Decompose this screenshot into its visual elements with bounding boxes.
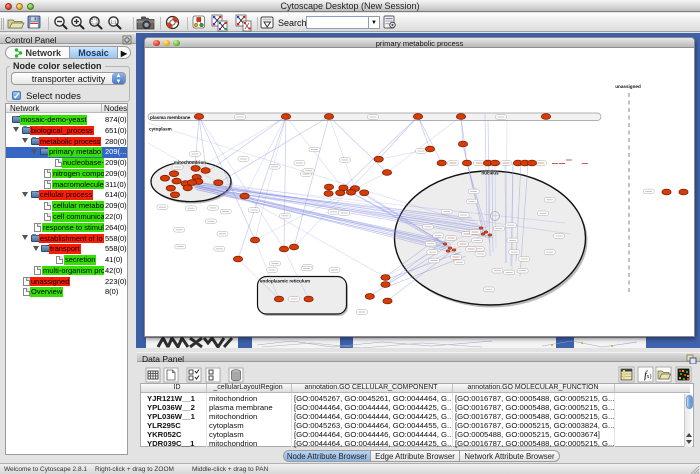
svg-text:endoplasmic reticulum: endoplasmic reticulum (260, 279, 310, 284)
svg-text:unassigned: unassigned (615, 84, 641, 89)
svg-text:cytoplasm: cytoplasm (149, 127, 172, 132)
svg-text:1:1: 1:1 (111, 19, 117, 24)
svg-text:nucleus: nucleus (481, 171, 499, 176)
svg-text:plasma membrane: plasma membrane (150, 115, 191, 120)
svg-text:(x): (x) (645, 373, 652, 380)
